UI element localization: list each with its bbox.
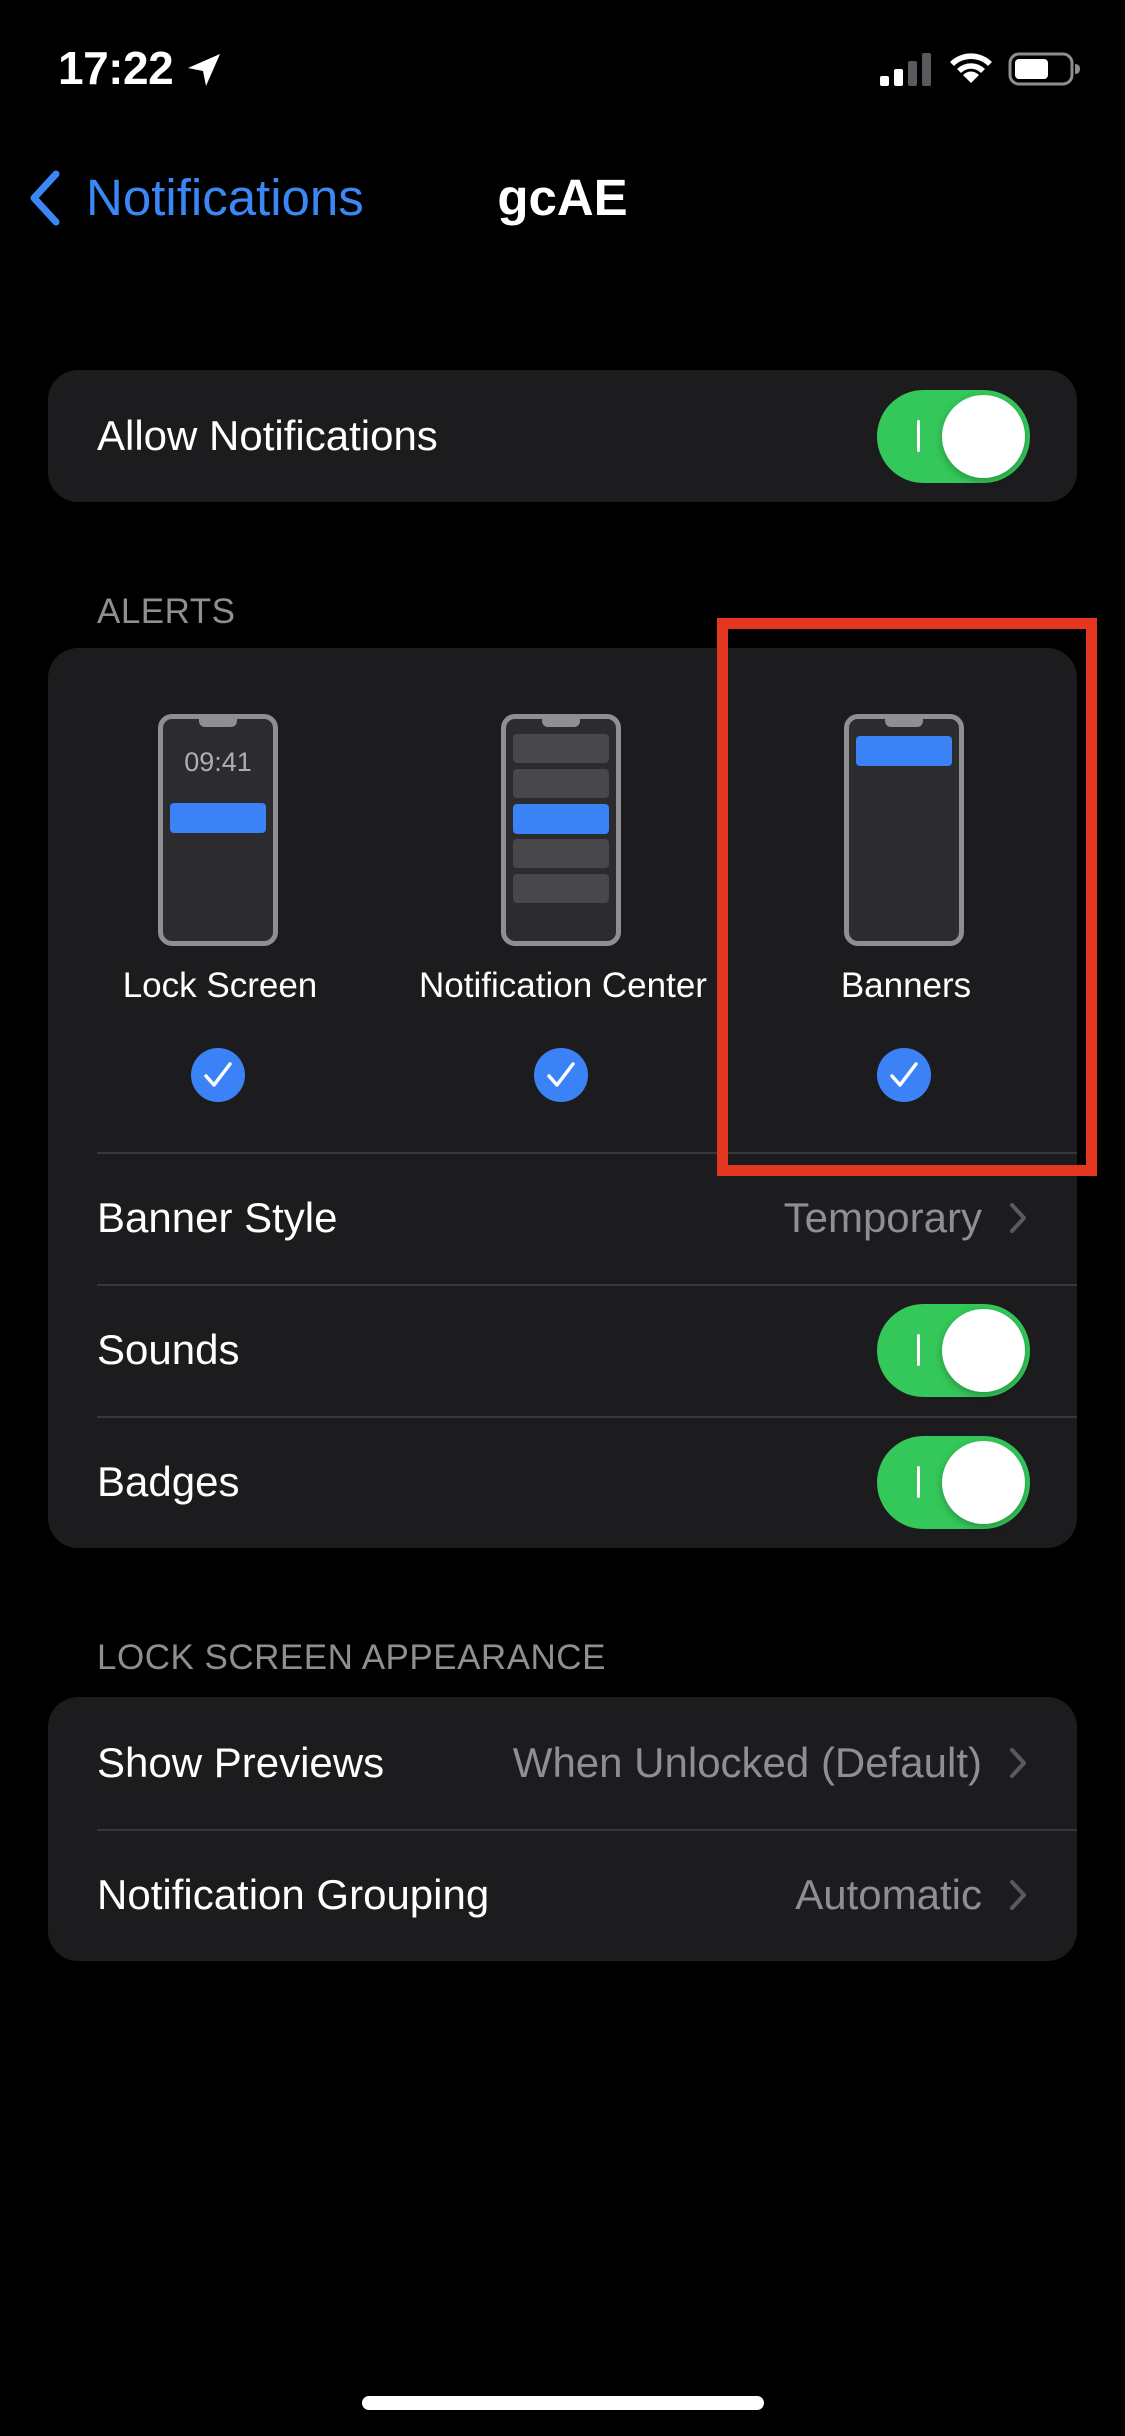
sounds-label: Sounds [97, 1326, 240, 1373]
allow-notifications-toggle[interactable] [877, 389, 1030, 483]
chevron-right-icon [1010, 1748, 1026, 1778]
phone-list-item [513, 734, 609, 763]
alert-option-lock-screen[interactable]: 09:41 Lock Screen [48, 648, 392, 1152]
allow-notifications-group: Allow Notifications [48, 370, 1077, 502]
toggle-knob [942, 1308, 1025, 1392]
alert-option-label: Lock Screen [122, 966, 318, 1005]
phone-banner [513, 804, 609, 834]
banner-style-row[interactable]: Banner Style Temporary [48, 1152, 1077, 1284]
chevron-right-icon [1010, 1880, 1026, 1910]
lock-screen-illustration: 09:41 [158, 714, 278, 946]
sounds-row: Sounds [48, 1284, 1077, 1416]
phone-banner [856, 736, 952, 766]
row-divider [97, 1284, 1077, 1286]
row-divider [97, 1416, 1077, 1418]
toggle-on-indicator [917, 419, 920, 452]
notification-grouping-label: Notification Grouping [97, 1871, 490, 1918]
alert-option-notification-center[interactable]: Notification Center [391, 648, 735, 1152]
toggle-on-indicator [917, 1333, 920, 1366]
phone-list-item [513, 874, 609, 903]
show-previews-row[interactable]: Show Previews When Unlocked (Default) [48, 1697, 1077, 1829]
phone-list-item [513, 769, 609, 798]
banner-style-label: Banner Style [97, 1194, 338, 1241]
lock-screen-preview-time: 09:41 [184, 747, 252, 777]
location-arrow-icon [188, 54, 220, 86]
cellular-signal-icon [880, 53, 931, 86]
notification-grouping-value: Automatic [795, 1871, 982, 1918]
lock-screen-appearance-header: LOCK SCREEN APPEARANCE [97, 1638, 606, 1677]
alert-option-banners[interactable]: Banners [734, 648, 1077, 1152]
toggle-knob [942, 1440, 1025, 1524]
banner-style-value: Temporary [783, 1194, 982, 1241]
show-previews-label: Show Previews [97, 1739, 385, 1786]
phone-notch [199, 719, 237, 727]
alert-style-options: 09:41 Lock Screen Notification Center Ba… [48, 648, 1077, 1152]
alerts-section-header: ALERTS [97, 592, 236, 631]
allow-notifications-label: Allow Notifications [97, 412, 438, 459]
phone-banner [170, 803, 266, 833]
sounds-toggle[interactable] [877, 1303, 1030, 1397]
show-previews-value: When Unlocked (Default) [512, 1739, 982, 1786]
phone-list-item [513, 839, 609, 868]
row-divider [97, 1152, 1077, 1154]
battery-icon [1008, 52, 1080, 86]
chevron-right-icon [1010, 1203, 1026, 1233]
toggle-on-indicator [917, 1465, 920, 1498]
home-indicator[interactable] [362, 2396, 764, 2410]
status-time: 17:22 [58, 42, 174, 94]
alerts-group: 09:41 Lock Screen Notification Center Ba… [48, 648, 1077, 1548]
notification-center-illustration [501, 714, 621, 946]
badges-label: Badges [97, 1458, 240, 1505]
alert-option-label: Banners [840, 966, 972, 1005]
phone-notch [542, 719, 580, 727]
banners-illustration [844, 714, 964, 946]
notification-center-checkbox[interactable] [534, 1048, 588, 1102]
allow-notifications-row: Allow Notifications [48, 370, 1077, 502]
badges-row: Badges [48, 1416, 1077, 1548]
phone-notch [885, 719, 923, 727]
row-divider [97, 1829, 1077, 1831]
checkmark-icon [204, 1062, 232, 1087]
checkmark-icon [547, 1062, 575, 1087]
lock-screen-checkbox[interactable] [191, 1048, 245, 1102]
notification-grouping-row[interactable]: Notification Grouping Automatic [48, 1829, 1077, 1961]
alert-option-label: Notification Center [419, 966, 707, 1005]
wifi-icon [950, 53, 992, 83]
toggle-knob [942, 394, 1025, 478]
page-title: gcAE [497, 169, 628, 226]
checkmark-icon [890, 1062, 918, 1087]
lock-screen-appearance-group: Show Previews When Unlocked (Default) No… [48, 1697, 1077, 1961]
badges-toggle[interactable] [877, 1435, 1030, 1529]
banners-checkbox[interactable] [877, 1048, 931, 1102]
